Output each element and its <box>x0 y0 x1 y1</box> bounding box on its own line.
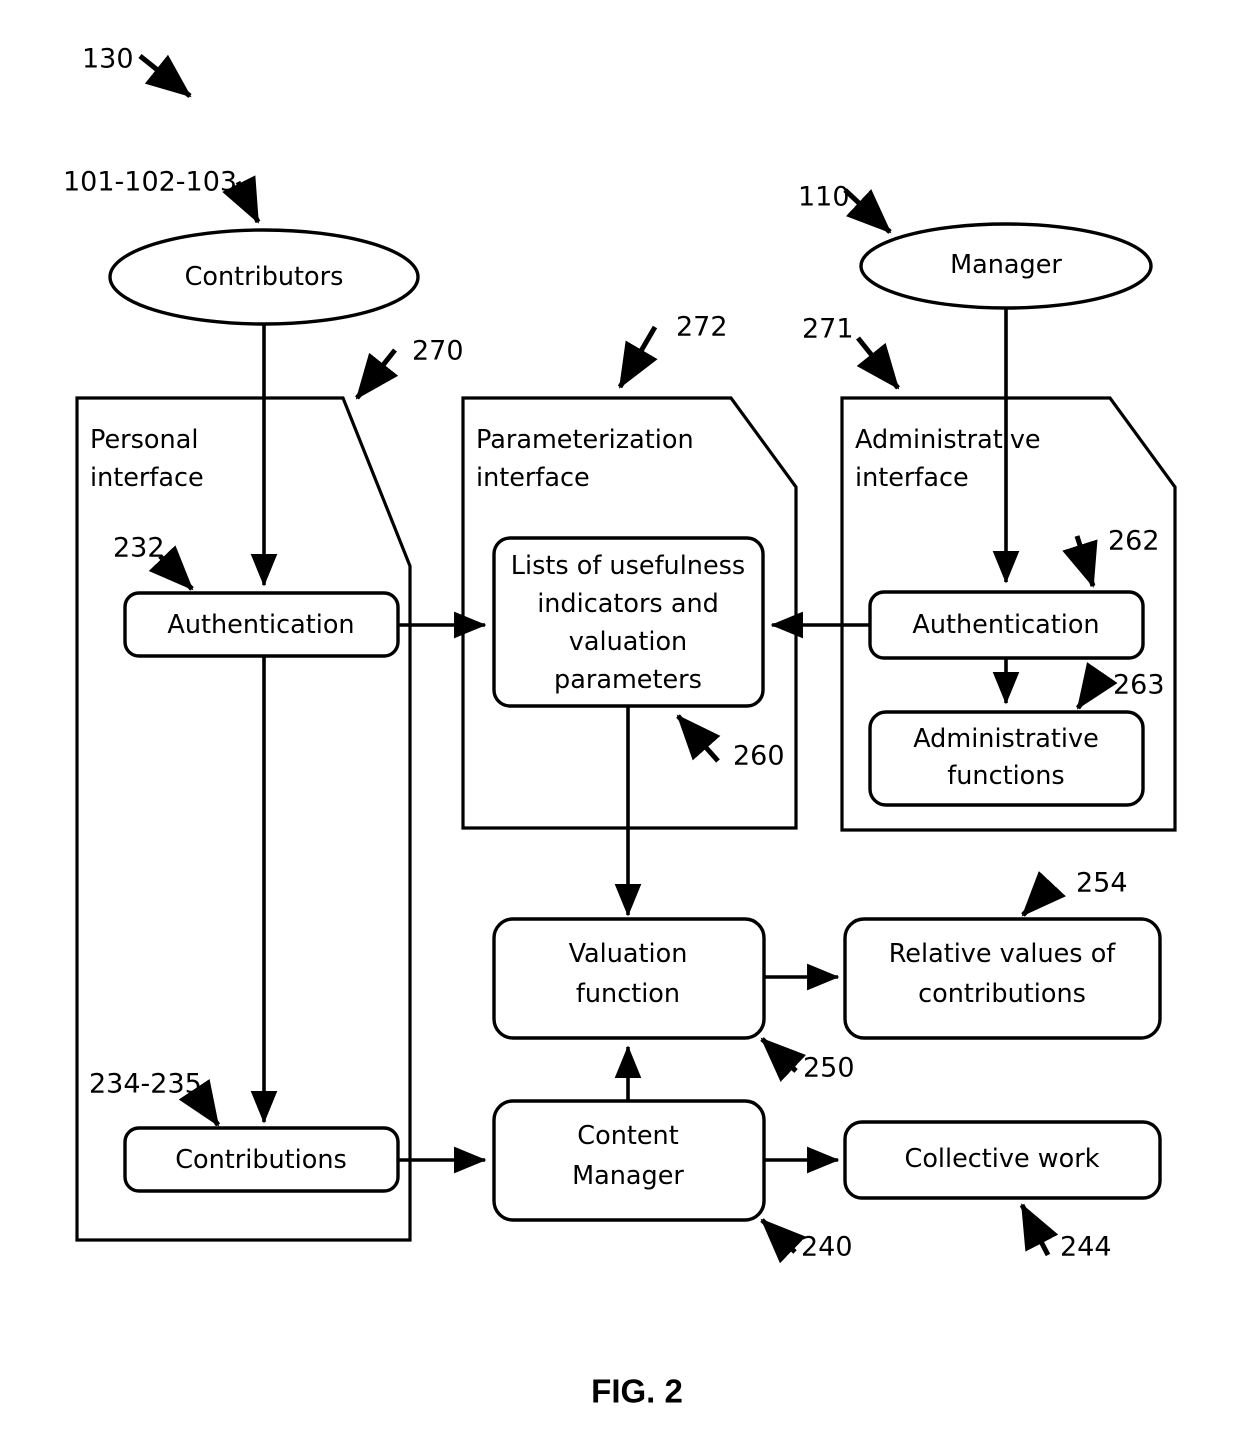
panel-label-personal-line2: interface <box>90 463 204 493</box>
diagram-canvas: 130 101-102-103 270 272 271 110 232 234-… <box>63 44 1177 1410</box>
leader-arrow-240 <box>760 1218 806 1264</box>
label-admin-authentication: Authentication <box>912 610 1099 640</box>
ref-232: 232 <box>113 533 165 564</box>
label-relative-values-line2: contributions <box>918 979 1086 1009</box>
ref-234-235: 234-235 <box>89 1069 202 1100</box>
leader-arrow-271 <box>856 336 900 390</box>
actor-label-manager: Manager <box>950 250 1062 280</box>
label-content-manager-line1: Content <box>577 1121 678 1151</box>
leader-arrow-101-102-103 <box>222 175 261 224</box>
ref-250: 250 <box>803 1053 855 1084</box>
label-personal-authentication: Authentication <box>167 610 354 640</box>
label-lists-line4: parameters <box>554 665 702 695</box>
patent-figure-2: 130 101-102-103 270 272 271 110 232 234-… <box>0 0 1240 1452</box>
panel-label-parameterization-line1: Parameterization <box>476 425 694 455</box>
leader-arrow-110 <box>843 188 892 234</box>
leader-arrow-272 <box>617 325 658 389</box>
ref-101-102-103: 101-102-103 <box>63 167 237 198</box>
leader-arrow-130 <box>138 54 192 98</box>
ref-240: 240 <box>801 1232 853 1263</box>
ref-110: 110 <box>798 182 850 213</box>
actor-label-contributors: Contributors <box>185 262 344 292</box>
ref-272: 272 <box>676 312 728 343</box>
label-lists-line3: valuation <box>569 627 687 657</box>
ref-270: 270 <box>412 336 464 367</box>
panel-personal-interface <box>75 396 412 1242</box>
panel-label-parameterization-line2: interface <box>476 463 590 493</box>
panel-label-administrative-line1: Administrative <box>855 425 1041 455</box>
label-lists-line1: Lists of usefulness <box>511 551 745 581</box>
figure-caption: FIG. 2 <box>591 1373 683 1410</box>
label-valuation-line2: function <box>576 979 680 1009</box>
ref-254: 254 <box>1076 868 1128 899</box>
ref-244: 244 <box>1060 1232 1112 1263</box>
leader-arrow-254 <box>1021 870 1066 917</box>
ref-271: 271 <box>802 314 854 345</box>
label-relative-values-line1: Relative values of <box>889 939 1117 969</box>
leader-arrow-270 <box>355 348 399 400</box>
leader-arrow-244 <box>1019 1203 1059 1257</box>
label-valuation-line1: Valuation <box>569 939 688 969</box>
panel-label-administrative-line2: interface <box>855 463 969 493</box>
ref-130: 130 <box>82 44 134 75</box>
label-admin-functions-line1: Administrative <box>913 724 1099 754</box>
ref-262: 262 <box>1108 526 1160 557</box>
label-content-manager-line2: Manager <box>572 1161 684 1191</box>
label-lists-line2: indicators and <box>537 589 719 619</box>
label-admin-functions-line2: functions <box>947 761 1064 791</box>
leader-arrow-250 <box>760 1037 806 1082</box>
panel-label-personal-line1: Personal <box>90 425 198 455</box>
label-collective-work: Collective work <box>905 1144 1100 1174</box>
ref-263: 263 <box>1113 670 1165 701</box>
ref-260: 260 <box>733 741 785 772</box>
label-contributions: Contributions <box>175 1145 347 1175</box>
